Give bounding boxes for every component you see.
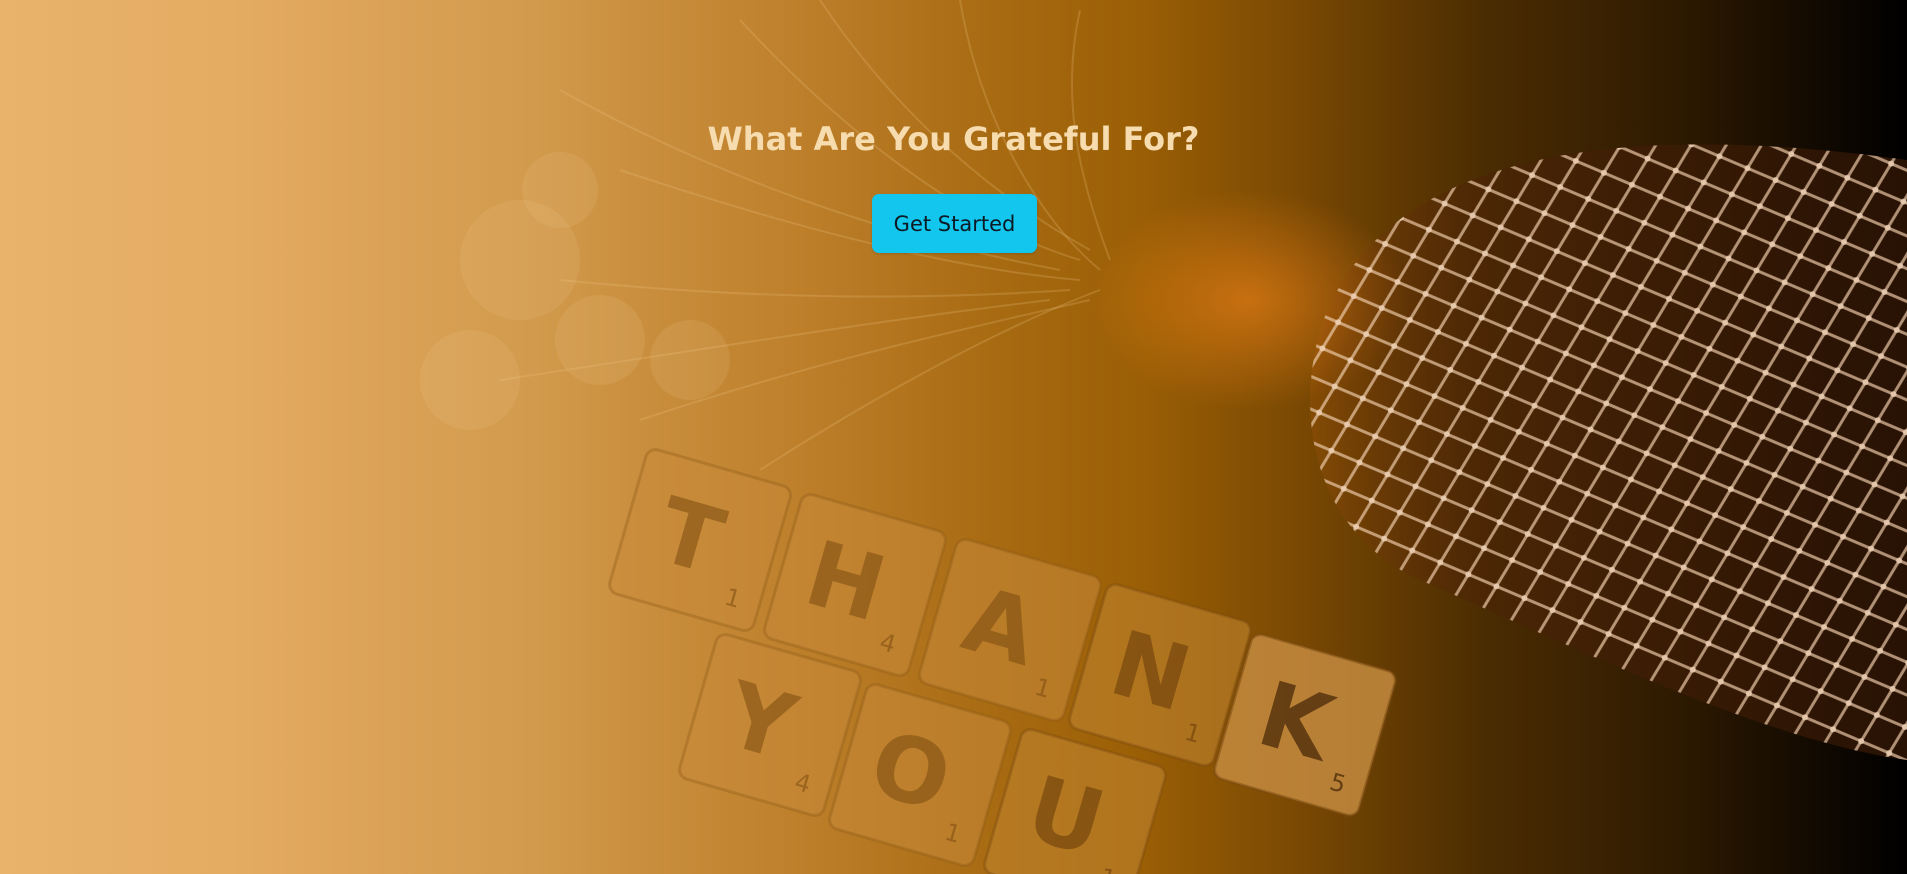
hero-title: What Are You Grateful For? [707, 120, 1200, 158]
hero-section: T 1 H 4 A 1 N 1 K 5 Y 4 O 1 U What Are Y… [0, 0, 1907, 874]
get-started-button[interactable]: Get Started [872, 194, 1037, 253]
scrabble-tiles: T 1 H 4 A 1 N 1 K 5 Y 4 O 1 U [608, 448, 1397, 874]
